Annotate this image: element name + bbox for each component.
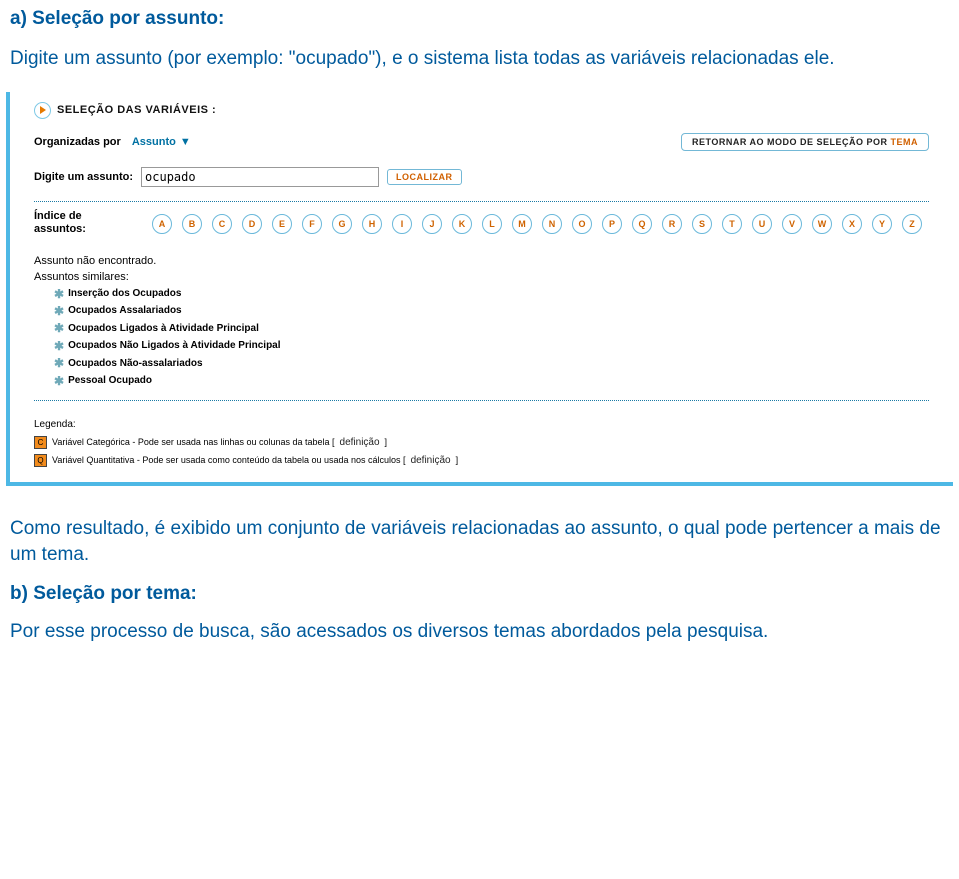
legend-row-quantitative: Q Variável Quantitativa - Pode ser usada…	[34, 454, 929, 467]
intro-paragraph: Digite um assunto (por exemplo: "ocupado…	[10, 46, 949, 72]
definicao-link[interactable]: definição	[411, 455, 451, 466]
asterisk-icon: ✱	[54, 320, 64, 337]
similar-subject-item[interactable]: ✱ Ocupados Assalariados	[34, 303, 929, 320]
index-letter-p[interactable]: P	[602, 214, 622, 234]
similar-subject-item[interactable]: ✱ Pessoal Ocupado	[34, 373, 929, 390]
subject-index-label: Índice de assuntos:	[34, 210, 124, 235]
index-letter-b[interactable]: B	[182, 214, 202, 234]
index-letter-n[interactable]: N	[542, 214, 562, 234]
legend-title: Legenda:	[34, 419, 929, 430]
definicao-link[interactable]: definição	[340, 437, 380, 448]
legend-badge-c-icon: C	[34, 436, 47, 449]
similar-subject-item[interactable]: ✱ Ocupados Não-assalariados	[34, 355, 929, 372]
index-letter-w[interactable]: W	[812, 214, 832, 234]
panel-header: SELEÇÃO DAS VARIÁVEIS : Organizadas por …	[10, 92, 953, 240]
legend: Legenda: C Variável Categórica - Pode se…	[10, 413, 953, 467]
outro-paragraph: Por esse processo de busca, são acessado…	[10, 619, 949, 645]
separator	[34, 400, 929, 401]
legend-text-q: Variável Quantitativa - Pode ser usada c…	[52, 455, 406, 465]
chevron-down-icon: ▼	[180, 136, 191, 148]
index-letter-m[interactable]: M	[512, 214, 532, 234]
similar-subject-label: Ocupados Ligados à Atividade Principal	[68, 322, 259, 337]
legend-text-c: Variável Categórica - Pode ser usada nas…	[52, 437, 335, 447]
index-letter-g[interactable]: G	[332, 214, 352, 234]
index-letter-i[interactable]: I	[392, 214, 412, 234]
index-letter-o[interactable]: O	[572, 214, 592, 234]
similar-subject-label: Ocupados Não-assalariados	[68, 357, 203, 372]
similar-subject-item[interactable]: ✱ Inserção dos Ocupados	[34, 286, 929, 303]
bracket-close: ]	[456, 455, 459, 465]
index-letter-a[interactable]: A	[152, 214, 172, 234]
similar-label: Assuntos similares:	[34, 270, 929, 286]
bracket-close: ]	[385, 437, 388, 447]
subject-search-input[interactable]	[141, 167, 379, 187]
separator	[34, 201, 929, 202]
index-letter-u[interactable]: U	[752, 214, 772, 234]
button-label-prefix: RETORNAR AO MODO DE SELEÇÃO POR	[692, 137, 891, 147]
index-letter-z[interactable]: Z	[902, 214, 922, 234]
similar-subject-label: Inserção dos Ocupados	[68, 287, 181, 302]
asterisk-icon: ✱	[54, 303, 64, 320]
index-letter-q[interactable]: Q	[632, 214, 652, 234]
not-found-message: Assunto não encontrado.	[34, 254, 929, 270]
arrow-right-icon	[34, 102, 51, 119]
asterisk-icon: ✱	[54, 373, 64, 390]
asterisk-icon: ✱	[54, 355, 64, 372]
organized-by-mode: Assunto	[132, 136, 176, 148]
button-label-accent: TEMA	[891, 137, 919, 147]
search-input-label: Digite um assunto:	[34, 171, 133, 183]
index-letter-c[interactable]: C	[212, 214, 232, 234]
index-letter-v[interactable]: V	[782, 214, 802, 234]
index-letter-l[interactable]: L	[482, 214, 502, 234]
results-block: Assunto não encontrado. Assuntos similar…	[10, 240, 953, 413]
index-letter-e[interactable]: E	[272, 214, 292, 234]
similar-subject-label: Ocupados Assalariados	[68, 304, 182, 319]
organized-by-label: Organizadas por	[34, 136, 121, 148]
result-description: Como resultado, é exibido um conjunto de…	[10, 516, 949, 567]
index-letter-t[interactable]: T	[722, 214, 742, 234]
similar-subject-item[interactable]: ✱ Ocupados Não Ligados à Atividade Princi…	[34, 338, 929, 355]
similar-subject-label: Ocupados Não Ligados à Atividade Princip…	[68, 339, 280, 354]
index-letter-d[interactable]: D	[242, 214, 262, 234]
localizar-button[interactable]: LOCALIZAR	[387, 169, 462, 185]
section-title: SELEÇÃO DAS VARIÁVEIS :	[57, 104, 216, 116]
organized-by-dropdown[interactable]: Organizadas por Assunto ▼	[34, 136, 191, 148]
index-letter-f[interactable]: F	[302, 214, 322, 234]
legend-row-categoric: C Variável Categórica - Pode ser usada n…	[34, 436, 929, 449]
legend-badge-q-icon: Q	[34, 454, 47, 467]
outro-heading: b) Seleção por tema:	[10, 583, 959, 605]
asterisk-icon: ✱	[54, 286, 64, 303]
index-letter-r[interactable]: R	[662, 214, 682, 234]
index-letter-h[interactable]: H	[362, 214, 382, 234]
similar-subject-item[interactable]: ✱ Ocupados Ligados à Atividade Principal	[34, 320, 929, 337]
letter-index: ABCDEFGHIJKLMNOPQRSTUVWXYZ	[152, 214, 922, 234]
variable-selection-panel: SELEÇÃO DAS VARIÁVEIS : Organizadas por …	[6, 92, 953, 486]
index-letter-j[interactable]: J	[422, 214, 442, 234]
asterisk-icon: ✱	[54, 338, 64, 355]
index-letter-y[interactable]: Y	[872, 214, 892, 234]
intro-heading: a) Seleção por assunto:	[10, 8, 959, 30]
return-to-tema-button[interactable]: RETORNAR AO MODO DE SELEÇÃO POR TEMA	[681, 133, 929, 152]
index-letter-k[interactable]: K	[452, 214, 472, 234]
index-letter-s[interactable]: S	[692, 214, 712, 234]
index-letter-x[interactable]: X	[842, 214, 862, 234]
similar-subject-label: Pessoal Ocupado	[68, 374, 152, 389]
